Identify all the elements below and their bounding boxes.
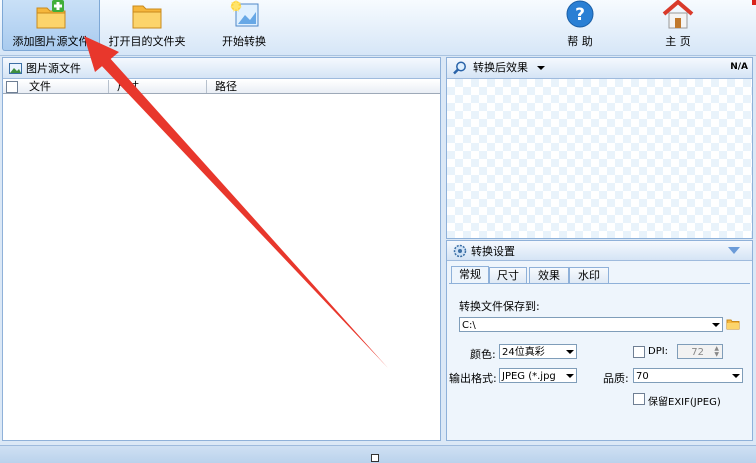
source-panel-title: 图片源文件 <box>26 62 81 75</box>
collapse-icon[interactable] <box>728 247 740 255</box>
column-file[interactable]: 文件 <box>21 80 109 93</box>
preview-panel: 转换后效果 N/A <box>446 57 753 239</box>
open-target-folder-label: 打开目的文件夹 <box>108 35 186 48</box>
column-path[interactable]: 路径 <box>207 80 440 93</box>
preview-mode-value: 转换后效果 <box>473 61 528 74</box>
save-path-select[interactable]: C:\ <box>459 317 723 332</box>
format-value: JPEG (*.jpg <box>502 371 556 382</box>
source-panel-header: 图片源文件 <box>3 58 440 79</box>
preview-panel-header: 转换后效果 N/A <box>447 58 752 79</box>
chevron-down-icon <box>566 374 574 378</box>
convert-image-icon <box>230 0 259 27</box>
browse-folder-icon[interactable] <box>726 318 740 330</box>
home-button[interactable]: 主 页 <box>654 0 702 50</box>
help-label: 帮 助 <box>567 35 593 48</box>
color-select[interactable]: 24位真彩 <box>499 344 577 359</box>
dpi-stepper[interactable]: 72 ▲ ▼ <box>677 344 723 359</box>
dpi-value: 72 <box>691 347 704 358</box>
file-list-header: 文件 尺寸 路径 <box>3 80 440 94</box>
home-label: 主 页 <box>665 35 691 48</box>
color-label: 颜色: <box>470 348 496 361</box>
tab-watermark[interactable]: 水印 <box>569 267 609 283</box>
tab-effect[interactable]: 效果 <box>529 267 569 283</box>
format-select[interactable]: JPEG (*.jpg <box>499 368 577 383</box>
close-corner[interactable] <box>752 0 756 5</box>
preview-canvas <box>447 79 752 238</box>
quality-select[interactable]: 70 <box>633 368 743 383</box>
status-bar <box>0 445 756 463</box>
zoom-icon <box>453 61 466 75</box>
source-files-panel: 图片源文件 文件 尺寸 路径 <box>2 57 441 441</box>
dpi-checkbox[interactable] <box>633 346 645 358</box>
settings-panel-header: 转换设置 <box>447 241 752 261</box>
chevron-down-icon <box>732 374 740 378</box>
image-icon <box>9 62 22 74</box>
help-button[interactable]: ? 帮 助 <box>556 0 604 50</box>
folder-add-icon <box>36 0 66 29</box>
start-convert-label: 开始转换 <box>222 35 266 48</box>
keep-exif-label: 保留EXIF(JPEG) <box>648 397 721 408</box>
add-source-files-button[interactable]: 添加图片源文件 <box>2 0 100 51</box>
chevron-down-icon <box>566 350 574 354</box>
file-list[interactable] <box>3 94 440 440</box>
toolbar: 添加图片源文件 打开目的文件夹 开始转换 ? 帮 助 主 页 <box>0 0 756 56</box>
home-icon <box>662 0 694 29</box>
folder-icon <box>132 5 162 29</box>
save-to-label: 转换文件保存到: <box>459 300 540 313</box>
tab-size[interactable]: 尺寸 <box>489 267 527 283</box>
select-all-checkbox[interactable] <box>6 81 18 93</box>
save-path-value: C:\ <box>462 320 476 331</box>
help-icon: ? <box>566 0 594 28</box>
add-source-files-label: 添加图片源文件 <box>12 35 90 48</box>
chevron-down-icon <box>537 66 545 70</box>
column-size[interactable]: 尺寸 <box>109 80 207 93</box>
svg-text:?: ? <box>575 5 585 25</box>
preview-mode-select[interactable]: 转换后效果 <box>471 60 551 76</box>
preview-size-readout: N/A <box>730 62 748 72</box>
format-label: 输出格式: <box>449 372 497 385</box>
chevron-down-icon <box>712 323 720 327</box>
convert-settings-panel: 转换设置 常规 尺寸 效果 水印 转换文件保存到: C:\ 颜色: 24位真彩 … <box>446 240 753 441</box>
settings-panel-title: 转换设置 <box>471 244 515 258</box>
settings-general-page: 转换文件保存到: C:\ 颜色: 24位真彩 DPI: 72 ▲ ▼ 输出格式: … <box>449 283 750 438</box>
status-grip <box>371 454 379 462</box>
tab-general[interactable]: 常规 <box>451 266 489 283</box>
stepper-arrows-icon[interactable]: ▲ ▼ <box>714 346 719 358</box>
gear-icon <box>453 244 467 257</box>
keep-exif-checkbox[interactable] <box>633 393 645 405</box>
start-convert-button[interactable]: 开始转换 <box>214 0 274 50</box>
dpi-label: DPI: <box>648 346 669 357</box>
open-target-folder-button[interactable]: 打开目的文件夹 <box>104 0 190 50</box>
color-value: 24位真彩 <box>502 347 545 358</box>
quality-label: 品质: <box>603 372 629 385</box>
quality-value: 70 <box>636 371 649 382</box>
